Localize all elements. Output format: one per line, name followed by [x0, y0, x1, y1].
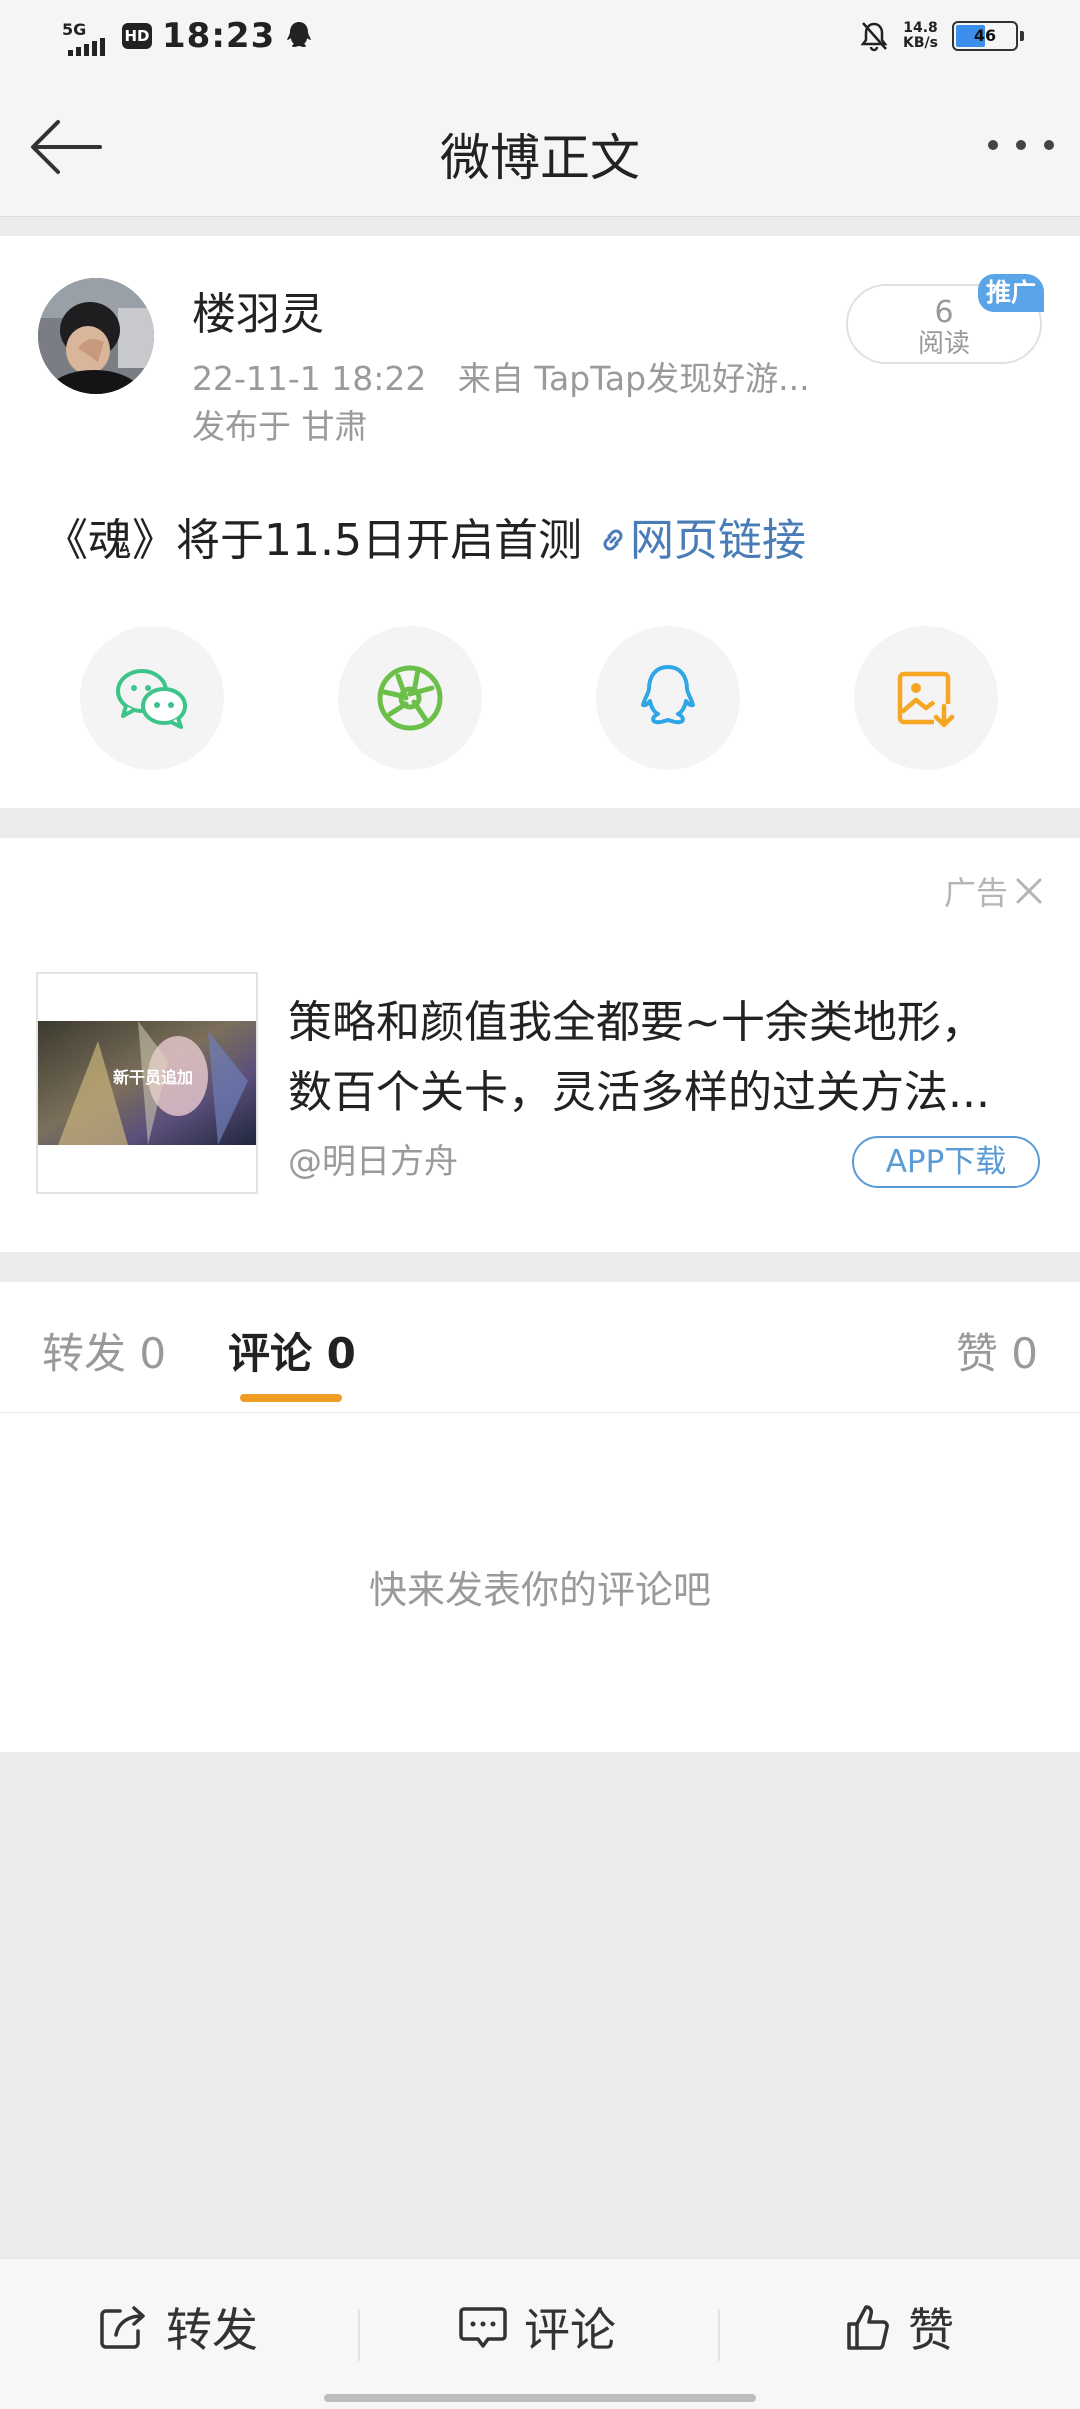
comment-icon: [459, 2307, 507, 2348]
post-meta: 22-11-1 18:22 来自 TapTap发现好游...: [192, 352, 810, 400]
tab-comment[interactable]: 评论 0: [228, 1320, 356, 1381]
repost-label: 转发: [166, 2303, 258, 2357]
read-label: 阅读: [917, 329, 970, 359]
comment-label: 评论: [524, 2303, 616, 2357]
ad-card[interactable]: 广告 新干员追加 策略和颜值我全都要~十余类地形， 数百个关卡，灵活多样的过关方…: [0, 838, 1080, 1252]
interaction-tabs: 转发 0 评论 0 赞 0: [0, 1282, 1080, 1413]
post-date: 22-11-1 18:22: [192, 359, 427, 398]
post-body: 《魂》将于11.5日开启首测: [44, 515, 582, 566]
repost-button[interactable]: 转发: [98, 2295, 258, 2359]
thumbs-up-icon: [847, 2305, 889, 2350]
share-wechat-button[interactable]: [80, 626, 224, 770]
share-moments-button[interactable]: [338, 626, 482, 770]
link-icon: [603, 529, 623, 551]
post-location: 发布于 甘肃: [192, 407, 368, 446]
ad-thumb-caption: 新干员追加: [113, 1068, 193, 1087]
status-bar: 5G HD 18:23 14.8 KB/s 46: [0, 0, 1080, 84]
ad-label[interactable]: 广告: [944, 868, 1044, 914]
empty-comments-text: 快来发表你的评论吧: [368, 1568, 711, 1612]
hd-icon: HD: [122, 23, 152, 49]
save-image-button[interactable]: [854, 626, 998, 770]
more-options-icon[interactable]: [988, 140, 1054, 150]
web-link[interactable]: 网页链接: [596, 515, 806, 566]
clock: 18:23: [162, 16, 276, 56]
navigation-bar: 微博正文: [0, 84, 1080, 217]
post-card: 楼羽灵 22-11-1 18:22 来自 TapTap发现好游... 发布于 甘…: [0, 236, 1080, 808]
signal-icon: 5G: [62, 16, 112, 56]
battery-icon: 46: [952, 21, 1024, 51]
share-row: [80, 626, 1000, 770]
comment-list: 快来发表你的评论吧: [0, 1413, 1080, 1752]
share-qq-button[interactable]: [596, 626, 740, 770]
like-button[interactable]: 赞: [842, 2295, 954, 2359]
battery-level: 46: [973, 26, 997, 45]
repost-icon: [100, 2306, 145, 2349]
save-image-icon: [897, 671, 955, 728]
close-icon[interactable]: [1014, 876, 1044, 906]
ad-title[interactable]: 策略和颜值我全都要~十余类地形， 数百个关卡，灵活多样的过关方法...: [288, 988, 1048, 1128]
network-type: 5G: [62, 20, 87, 39]
mute-bell-icon: [860, 22, 888, 52]
author-name[interactable]: 楼羽灵: [192, 278, 324, 342]
qq-icon: [641, 665, 695, 725]
app-download-button[interactable]: APP下载: [852, 1136, 1040, 1188]
comment-button[interactable]: 评论: [458, 2295, 616, 2359]
ad-label-text: 广告: [943, 874, 1008, 912]
like-label: 赞: [908, 2303, 954, 2357]
avatar[interactable]: [38, 278, 154, 394]
active-tab-indicator: [240, 1394, 342, 1402]
post-source: 来自 TapTap发现好游...: [457, 359, 810, 398]
ad-thumbnail[interactable]: 新干员追加: [36, 972, 258, 1194]
promote-tag[interactable]: 推广: [978, 274, 1044, 312]
moments-icon: [377, 665, 443, 731]
ad-source: @明日方舟: [288, 1142, 458, 1182]
network-speed: 14.8 KB/s: [903, 20, 938, 51]
wechat-icon: [116, 669, 187, 729]
tab-like[interactable]: 赞 0: [956, 1320, 1038, 1381]
home-indicator[interactable]: [324, 2394, 756, 2402]
link-text: 网页链接: [629, 515, 806, 566]
page-title: 微博正文: [440, 129, 640, 187]
post-text: 《魂》将于11.5日开启首测 网页链接: [44, 504, 806, 568]
tab-repost[interactable]: 转发 0: [42, 1320, 166, 1381]
bottom-action-bar: 转发 评论 赞: [0, 2258, 1080, 2409]
qq-status-icon: [287, 22, 312, 47]
